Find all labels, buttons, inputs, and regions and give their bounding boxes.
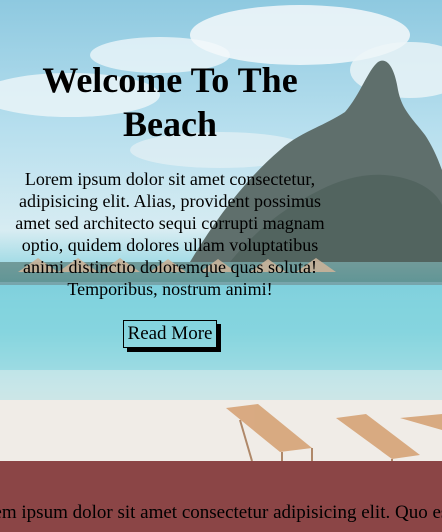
hero-section: Welcome To The Beach Lorem ipsum dolor s… [0,0,442,461]
secondary-section: Lorem ipsum dolor sit amet consectetur a… [0,461,442,532]
read-more-button[interactable]: Read More [122,320,218,348]
secondary-text: Lorem ipsum dolor sit amet consectetur a… [0,502,442,523]
hero-content: Welcome To The Beach Lorem ipsum dolor s… [0,58,340,348]
hero-title: Welcome To The Beach [42,60,298,144]
hero-description: Lorem ipsum dolor sit amet consectetur, … [15,169,325,299]
